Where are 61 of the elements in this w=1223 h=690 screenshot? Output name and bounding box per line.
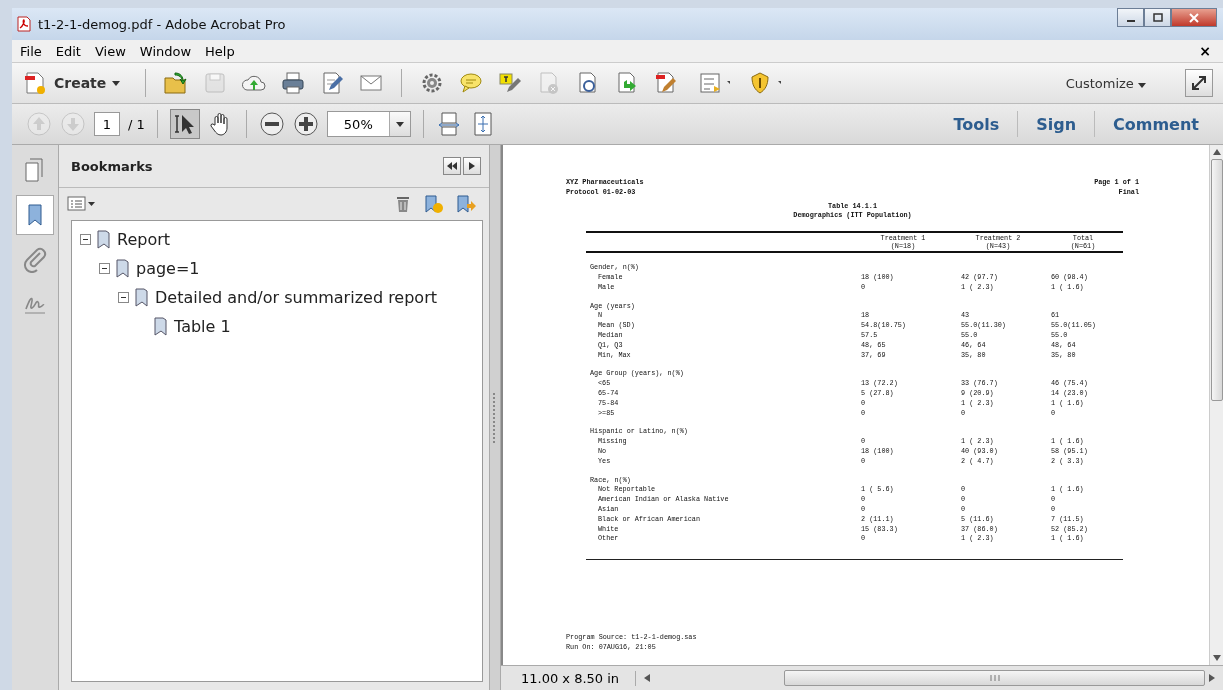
- zoom-in-icon[interactable]: [292, 111, 319, 137]
- right-arrow-icon: [469, 162, 475, 170]
- minimize-button[interactable]: [1117, 8, 1144, 27]
- double-left-arrow-icon: [447, 162, 457, 170]
- page-count: / 1: [128, 116, 145, 132]
- customize-button[interactable]: Customize: [1059, 74, 1152, 92]
- scroll-down-icon[interactable]: [1212, 655, 1221, 661]
- collapse-panel-button[interactable]: [443, 157, 461, 175]
- create-button[interactable]: Create: [22, 70, 129, 96]
- page-number-field[interactable]: 1: [94, 112, 120, 136]
- document-star-icon: [22, 70, 48, 96]
- pane-tab[interactable]: Tools: [943, 114, 1010, 134]
- new-bookmark-icon[interactable]: [423, 194, 445, 214]
- bookmark-item[interactable]: page=1: [136, 259, 200, 278]
- minimize-icon: [1126, 19, 1135, 22]
- menu-item[interactable]: Help: [205, 43, 235, 59]
- scroll-up-icon[interactable]: [1212, 149, 1221, 155]
- bookmarks-panel-tab[interactable]: [16, 195, 54, 235]
- expand-bookmark-icon[interactable]: [455, 194, 477, 214]
- menu-item[interactable]: File: [20, 43, 42, 59]
- pane-tab[interactable]: Comment: [1103, 114, 1209, 134]
- bookmark-icon: [135, 288, 149, 307]
- attachments-icon: [22, 247, 48, 273]
- bookmark-icon: [154, 317, 168, 336]
- options-icon[interactable]: [67, 195, 97, 213]
- bookmark-icon: [116, 259, 130, 278]
- menu-item[interactable]: Window: [139, 43, 192, 59]
- select-cursor-icon[interactable]: [169, 109, 200, 139]
- caret-icon: [1138, 82, 1146, 88]
- window-title: t1-2-1-demog.pdf - Adobe Acrobat Pro: [38, 16, 287, 32]
- menu-item[interactable]: Edit: [55, 43, 81, 59]
- close-button[interactable]: [1171, 8, 1217, 27]
- scroll-left-icon[interactable]: [644, 674, 651, 682]
- menu-item[interactable]: View: [94, 43, 126, 59]
- maximize-icon: [1152, 12, 1163, 23]
- bookmark-icon: [97, 230, 111, 249]
- zoom-dropdown[interactable]: 50%: [326, 111, 411, 137]
- tree-toggle[interactable]: [99, 263, 110, 274]
- panel-title: Bookmarks: [71, 158, 153, 174]
- vertical-scrollbar[interactable]: [1209, 145, 1223, 665]
- fullscreen-button[interactable]: [1185, 69, 1213, 97]
- comment-icon[interactable]: [458, 70, 485, 96]
- bookmark-item[interactable]: Table 1: [174, 317, 231, 336]
- tree-toggle[interactable]: [118, 292, 129, 303]
- bookmark-item[interactable]: Detailed and/or summarized report: [155, 288, 437, 307]
- print-icon[interactable]: [280, 70, 307, 96]
- expand-panel-button[interactable]: [463, 157, 481, 175]
- page-size-label: 11.00 x 8.50 in: [501, 670, 637, 686]
- bookmark-item[interactable]: Report: [117, 230, 171, 249]
- pane-tab[interactable]: Sign: [1026, 114, 1087, 134]
- expand-icon: [1190, 74, 1208, 92]
- maximize-button[interactable]: [1144, 8, 1171, 27]
- tree-toggle[interactable]: [80, 234, 91, 245]
- caret-icon: [112, 80, 121, 86]
- close-document-button[interactable]: ×: [1199, 43, 1211, 59]
- close-icon: [1189, 12, 1199, 23]
- pdf-file-icon: [16, 16, 32, 32]
- caret-icon: [395, 121, 404, 127]
- zoom-out-icon[interactable]: [258, 111, 285, 137]
- grip-icon: [988, 674, 1001, 682]
- scroll-right-icon[interactable]: [1209, 674, 1215, 682]
